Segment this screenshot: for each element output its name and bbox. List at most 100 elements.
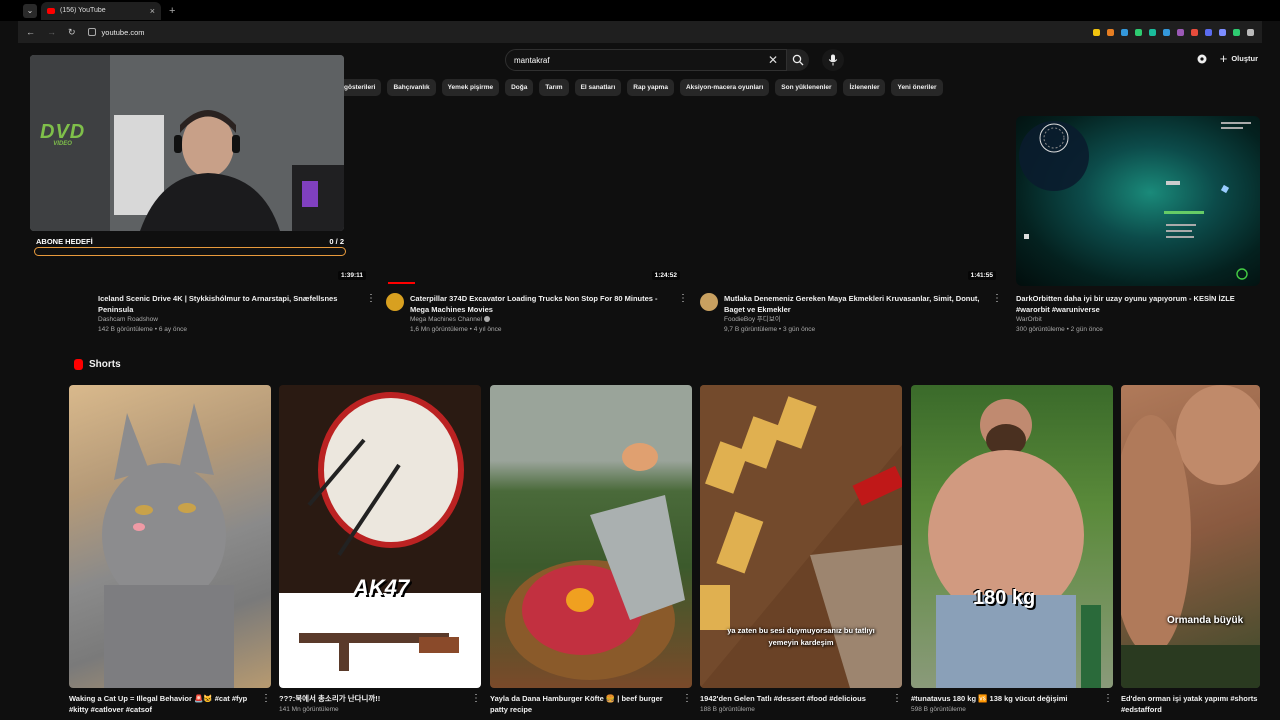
more-actions-icon[interactable]: ⋮ bbox=[261, 693, 271, 715]
video-stats: 300 görüntüleme • 2 gün önce bbox=[1016, 326, 1103, 333]
extension-icon[interactable] bbox=[1233, 28, 1240, 36]
extension-icon[interactable] bbox=[1205, 28, 1212, 36]
short-title[interactable]: Ed'den orman işi yatak yapımı #shorts #e… bbox=[1121, 693, 1262, 715]
channel-name[interactable]: Mega Machines Channel bbox=[410, 315, 672, 325]
extension-icon[interactable] bbox=[1093, 28, 1100, 36]
short-title[interactable]: Yayla da Dana Hamburger Köfte 🍔 | beef b… bbox=[490, 693, 682, 715]
more-actions-icon[interactable]: ⋮ bbox=[678, 293, 688, 335]
short-overlay-text: ya zaten bu sesi duymuyorsanız bu tatlıy… bbox=[727, 626, 875, 647]
category-chip[interactable]: Son yüklenenler bbox=[775, 79, 838, 96]
extension-icon[interactable] bbox=[1135, 28, 1142, 36]
short-title[interactable]: Waking a Cat Up = Illegal Behavior 🚨😺 #c… bbox=[69, 693, 261, 715]
category-chip[interactable]: Tarım bbox=[539, 79, 569, 96]
shorts-heading-text: Shorts bbox=[89, 359, 121, 370]
reload-icon[interactable]: ↻ bbox=[68, 27, 76, 38]
more-actions-icon[interactable]: ⋮ bbox=[892, 693, 902, 715]
short-thumbnail[interactable]: 180 kg bbox=[911, 385, 1113, 688]
video-thumbnail[interactable]: 1:24:52 bbox=[388, 116, 688, 284]
back-icon[interactable]: ← bbox=[26, 27, 35, 37]
extension-icon[interactable] bbox=[1219, 28, 1226, 36]
category-chip[interactable]: Yeni öneriler bbox=[891, 79, 943, 96]
extension-icon[interactable] bbox=[1149, 28, 1156, 36]
forward-icon[interactable]: → bbox=[47, 27, 56, 37]
shorts-heading: Shorts bbox=[74, 359, 121, 370]
search-input[interactable]: mantakraf bbox=[514, 56, 768, 65]
extension-icon[interactable] bbox=[1177, 28, 1184, 36]
short-thumbnail[interactable] bbox=[69, 385, 271, 688]
webcam-overlay: DVD VIDEO bbox=[30, 55, 344, 231]
voice-search-button[interactable] bbox=[822, 49, 844, 71]
more-actions-icon[interactable]: ⋮ bbox=[471, 693, 481, 715]
short-views: 188 B görüntüleme bbox=[700, 706, 755, 713]
category-chip[interactable]: Doğa bbox=[505, 79, 534, 96]
short-thumbnail[interactable]: AK47 bbox=[279, 385, 481, 688]
short-views: 598 B görüntüleme bbox=[911, 706, 966, 713]
settings-gear-icon[interactable] bbox=[1196, 53, 1208, 65]
short-thumbnail[interactable]: ya zaten bu sesi duymuyorsanız bu tatlıy… bbox=[700, 385, 902, 688]
category-chip[interactable]: Rap yapma bbox=[627, 79, 674, 96]
short-overlay-text: 180 kg bbox=[973, 587, 1036, 609]
video-title[interactable]: Mutlaka Denemeniz Gereken Maya Ekmekleri… bbox=[724, 293, 986, 315]
browser-tab-strip: ⌄ (156) YouTube × + bbox=[0, 0, 1280, 21]
browser-tab[interactable]: (156) YouTube × bbox=[41, 1, 161, 20]
category-chip[interactable]: Aksiyon-macera oyunları bbox=[679, 79, 770, 96]
short-details: Yayla da Dana Hamburger Köfte 🍔 | beef b… bbox=[490, 693, 692, 715]
short-title[interactable]: #tunatavus 180 kg 🆚 138 kg vücut değişim… bbox=[911, 693, 1103, 704]
video-title[interactable]: DarkOrbitten daha iyi bir uzay oyunu yap… bbox=[1016, 293, 1262, 315]
extension-icon[interactable] bbox=[1247, 28, 1254, 36]
more-actions-icon[interactable]: ⋮ bbox=[366, 293, 376, 335]
address-bar[interactable]: youtube.com bbox=[87, 28, 968, 37]
more-actions-icon[interactable]: ⋮ bbox=[992, 293, 1002, 335]
search-button[interactable] bbox=[787, 49, 809, 71]
category-chip[interactable]: Yemek pişirme bbox=[441, 79, 500, 96]
short-title[interactable]: 1942'den Gelen Tatlı #dessert #food #del… bbox=[700, 693, 892, 704]
channel-avatar[interactable] bbox=[386, 293, 404, 311]
close-tab-icon[interactable]: × bbox=[150, 6, 155, 16]
tab-search-button[interactable]: ⌄ bbox=[23, 3, 37, 18]
clear-search-icon[interactable]: ✕ bbox=[768, 53, 778, 67]
new-tab-button[interactable]: + bbox=[169, 5, 175, 17]
category-chip[interactable]: Bahçıvanlık bbox=[387, 79, 436, 96]
short-thumbnail[interactable] bbox=[490, 385, 692, 688]
channel-name[interactable]: WarOrbit bbox=[1016, 315, 1262, 325]
channel-name[interactable]: FoodieBoy 푸디보이 bbox=[724, 315, 986, 325]
category-chip[interactable]: İzlenenler bbox=[843, 79, 886, 96]
video-details: Mutlaka Denemeniz Gereken Maya Ekmekleri… bbox=[700, 293, 1002, 335]
browser-toolbar: ← → ↻ youtube.com bbox=[18, 21, 1262, 43]
watch-progress-bar bbox=[388, 282, 415, 284]
short-title[interactable]: ???:북에서 총소리가 난다니까!! bbox=[279, 693, 471, 704]
burger-scene bbox=[505, 443, 685, 680]
subscriber-goal-widget: ABONE HEDEFİ 0 / 2 bbox=[34, 236, 346, 258]
extension-icon[interactable] bbox=[1163, 28, 1170, 36]
youtube-favicon-icon bbox=[47, 7, 55, 14]
extension-icon[interactable] bbox=[1107, 28, 1114, 36]
video-thumbnail[interactable]: 1:41:55 bbox=[704, 116, 1004, 284]
create-button[interactable]: + Oluştur bbox=[1220, 51, 1258, 66]
video-title[interactable]: Caterpillar 374D Excavator Loading Truck… bbox=[410, 293, 672, 315]
more-actions-icon[interactable]: ⋮ bbox=[682, 693, 692, 715]
video-stats: 1,6 Mn görüntüleme • 4 yıl önce bbox=[410, 326, 502, 333]
video-duration: 1:39:11 bbox=[337, 271, 366, 280]
video-duration: 1:41:55 bbox=[967, 271, 996, 280]
channel-avatar[interactable] bbox=[700, 293, 718, 311]
search-box[interactable]: mantakraf ✕ bbox=[505, 49, 787, 71]
site-info-icon[interactable] bbox=[87, 28, 96, 36]
short-thumbnail[interactable]: Ormanda büyük bbox=[1121, 385, 1260, 688]
video-thumbnail[interactable] bbox=[1016, 116, 1260, 286]
category-chip[interactable]: El sanatları bbox=[574, 79, 622, 96]
cat-illustration bbox=[102, 403, 234, 688]
plus-icon: + bbox=[1219, 51, 1228, 66]
short-details: Waking a Cat Up = Illegal Behavior 🚨😺 #c… bbox=[69, 693, 271, 715]
more-actions-icon[interactable]: ⋮ bbox=[1103, 693, 1113, 715]
video-details: Caterpillar 374D Excavator Loading Truck… bbox=[386, 293, 688, 335]
video-title[interactable]: Iceland Scenic Drive 4K | Stykkishólmur … bbox=[98, 293, 360, 315]
short-details: 1942'den Gelen Tatlı #dessert #food #del… bbox=[700, 693, 902, 715]
short-overlay-text: AK47 bbox=[353, 575, 410, 600]
video-stats: 9,7 B görüntüleme • 3 gün önce bbox=[724, 326, 816, 333]
extension-icon[interactable] bbox=[1121, 28, 1128, 36]
category-chip[interactable]: gösterileri bbox=[338, 79, 382, 96]
video-details: DarkOrbitten daha iyi bir uzay oyunu yap… bbox=[1016, 293, 1262, 335]
extension-icon[interactable] bbox=[1191, 28, 1198, 36]
channel-name[interactable]: Dashcam Roadshow bbox=[98, 315, 360, 325]
short-details: ???:북에서 총소리가 난다니까!! 141 Mn görüntüleme ⋮ bbox=[279, 693, 481, 715]
